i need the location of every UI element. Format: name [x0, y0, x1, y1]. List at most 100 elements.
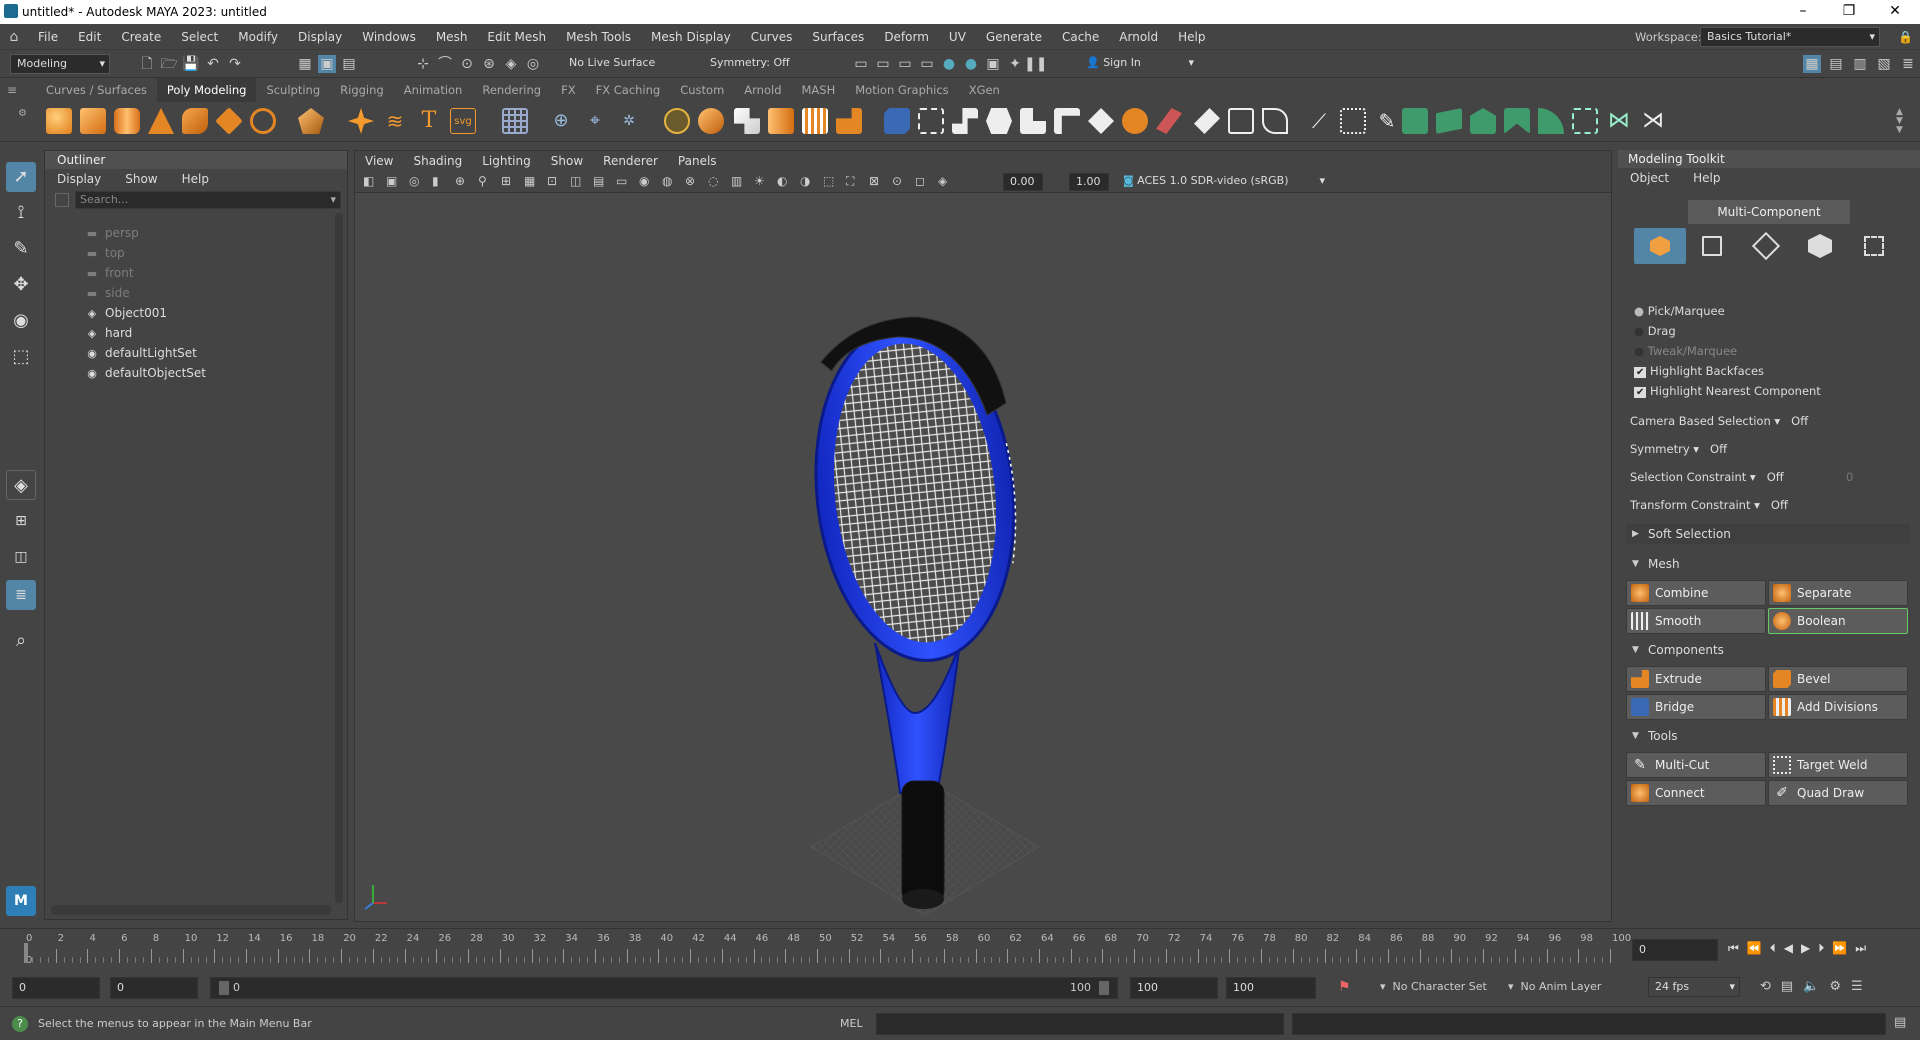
outliner-layout-icon[interactable]: ≣: [6, 580, 36, 610]
ipr-render-icon[interactable]: ▭: [918, 55, 936, 73]
move-tool-icon[interactable]: ✥: [6, 270, 36, 300]
current-frame-field[interactable]: 0: [1632, 939, 1718, 961]
play-backwards-icon[interactable]: ◀: [1784, 941, 1793, 956]
viewport-tool-icon[interactable]: ⬚: [823, 174, 834, 188]
uv-editor-icon[interactable]: [502, 108, 528, 134]
menu-edit[interactable]: Edit: [68, 24, 111, 50]
home-icon[interactable]: ⌂: [0, 29, 28, 45]
circularize-icon[interactable]: [1228, 108, 1254, 134]
snap-together-icon[interactable]: ⌖: [582, 108, 608, 134]
viewport-tool-icon[interactable]: ◻: [915, 174, 925, 188]
wedge-icon[interactable]: [1194, 108, 1220, 134]
viewport-tool-icon[interactable]: ⊡: [547, 174, 557, 188]
poke-icon[interactable]: [1156, 108, 1182, 134]
bridge-icon[interactable]: [884, 108, 910, 134]
outliner-menu-help[interactable]: Help: [170, 169, 221, 189]
shelf-menu-icon[interactable]: ≡: [0, 83, 24, 97]
new-scene-icon[interactable]: 🗋: [138, 55, 156, 73]
range-end-handle[interactable]: [1099, 981, 1109, 995]
step-forward-frame-icon[interactable]: ⏵: [1818, 941, 1824, 956]
shelf-tab-fx-caching[interactable]: FX Caching: [586, 78, 671, 102]
viewport-tool-icon[interactable]: ◫: [570, 174, 581, 188]
snap-view-icon[interactable]: ⊛: [480, 55, 498, 73]
viewport-tool-icon[interactable]: ▤: [593, 174, 604, 188]
shelf-tab-xgen[interactable]: XGen: [959, 78, 1010, 102]
attribute-editor-toggle-icon[interactable]: ▤: [1827, 55, 1845, 73]
viewport-panel[interactable]: View Shading Lighting Show Renderer Panels ◧ ▣…: [354, 150, 1612, 922]
svg-icon[interactable]: svg: [450, 108, 476, 134]
snap-point-icon[interactable]: ⊙: [458, 55, 476, 73]
combine-icon[interactable]: [664, 108, 690, 134]
outliner-item[interactable]: ▬ top: [85, 243, 125, 263]
highlight-nearest-checkbox[interactable]: ✔ Highlight Nearest Component: [1634, 384, 1821, 398]
sweep-mesh-icon[interactable]: ≋: [382, 108, 408, 134]
current-time-indicator[interactable]: [24, 943, 28, 963]
quad-draw-button[interactable]: ✐ Quad Draw: [1768, 780, 1908, 806]
extrude-button[interactable]: Extrude: [1626, 666, 1766, 692]
outliner-item[interactable]: ▬ side: [85, 283, 130, 303]
viewport-tool-icon[interactable]: ◌: [708, 174, 718, 188]
undo-icon[interactable]: ↶: [204, 55, 222, 73]
mesh-section[interactable]: Mesh: [1626, 554, 1910, 574]
smooth-button[interactable]: Smooth: [1626, 608, 1766, 634]
viewport-tool-icon[interactable]: ◧: [363, 174, 374, 188]
reverse-normals-icon[interactable]: [1538, 108, 1564, 134]
menu-cache[interactable]: Cache: [1052, 24, 1109, 50]
viewport-tool-icon[interactable]: ◈: [938, 174, 947, 188]
step-back-key-icon[interactable]: ⏪: [1747, 941, 1762, 956]
highlight-backfaces-checkbox[interactable]: ✔ Highlight Backfaces: [1634, 364, 1764, 378]
menu-uv[interactable]: UV: [939, 24, 976, 50]
exposure-field[interactable]: 0.00: [1003, 173, 1043, 191]
channel-box-toggle-icon[interactable]: ▧: [1875, 55, 1893, 73]
outliner-item[interactable]: ▬ front: [85, 263, 134, 283]
edge-mode-icon[interactable]: [1751, 231, 1781, 261]
playback-end-field[interactable]: 100: [1130, 977, 1218, 999]
poly-sphere-icon[interactable]: [46, 108, 72, 134]
face-mode-icon[interactable]: [1808, 234, 1832, 258]
drag-radio[interactable]: ● Drag: [1634, 324, 1676, 338]
poly-cylinder-icon[interactable]: [114, 108, 140, 134]
lock-icon[interactable]: 🔒: [1898, 30, 1913, 44]
viewport-tool-icon[interactable]: ⚲: [478, 174, 487, 188]
poly-disc-icon[interactable]: [250, 108, 276, 134]
viewport-tool-icon[interactable]: ▮: [432, 174, 439, 188]
sound-icon[interactable]: 🔈: [1803, 979, 1819, 994]
render-settings-icon[interactable]: ●: [940, 55, 958, 73]
tweak-marquee-radio[interactable]: ● Tweak/Marquee: [1634, 344, 1737, 358]
mel-command-input[interactable]: [876, 1013, 1284, 1035]
mirror-icon[interactable]: [1340, 108, 1366, 134]
soft-selection-section[interactable]: Soft Selection: [1626, 524, 1910, 544]
separate-button[interactable]: Separate: [1768, 580, 1908, 606]
anim-layer-dropdown[interactable]: ▾ No Anim Layer: [1508, 980, 1601, 993]
shelf-tab-motion-graphics[interactable]: Motion Graphics: [845, 78, 958, 102]
scene-start-field[interactable]: 0: [12, 977, 100, 999]
search-tool-icon[interactable]: ⌕: [6, 626, 36, 656]
poly-torus-icon[interactable]: [182, 108, 208, 134]
shelf-tab-animation[interactable]: Animation: [394, 78, 473, 102]
components-section[interactable]: Components: [1626, 640, 1910, 660]
render-view-icon[interactable]: ▭: [896, 55, 914, 73]
viewport-tool-icon[interactable]: ◍: [662, 174, 672, 188]
viewport-tool-icon[interactable]: ☀: [754, 174, 765, 188]
slide-edge-icon[interactable]: [1122, 108, 1148, 134]
shelf-tab-arnold[interactable]: Arnold: [734, 78, 791, 102]
range-slider[interactable]: 0 100: [210, 977, 1118, 999]
bevel-button[interactable]: Bevel: [1768, 666, 1908, 692]
outliner-item[interactable]: ◉ defaultObjectSet: [85, 363, 206, 383]
remesh-icon[interactable]: ⋊: [1640, 108, 1666, 134]
extract-icon[interactable]: [734, 108, 760, 134]
viewport-tool-icon[interactable]: ▥: [731, 174, 742, 188]
viewport-tool-icon[interactable]: ⊞: [501, 174, 511, 188]
viewport-menu-renderer[interactable]: Renderer: [593, 151, 668, 171]
selection-constraint-dropdown[interactable]: Selection Constraint ▾ Off 0: [1630, 470, 1853, 484]
script-editor-icon[interactable]: ▤: [1894, 1015, 1906, 1030]
type-icon[interactable]: T: [416, 108, 442, 134]
playback-start-field[interactable]: 0: [110, 977, 198, 999]
shelf-tab-mash[interactable]: MASH: [792, 78, 846, 102]
select-tool-icon[interactable]: ➚: [6, 162, 36, 192]
menu-mesh-tools[interactable]: Mesh Tools: [556, 24, 641, 50]
menu-surfaces[interactable]: Surfaces: [802, 24, 874, 50]
outliner-menu-show[interactable]: Show: [113, 169, 169, 189]
outliner-item[interactable]: ◈ Object001: [85, 303, 167, 323]
scene-end-field[interactable]: 100: [1226, 977, 1316, 999]
